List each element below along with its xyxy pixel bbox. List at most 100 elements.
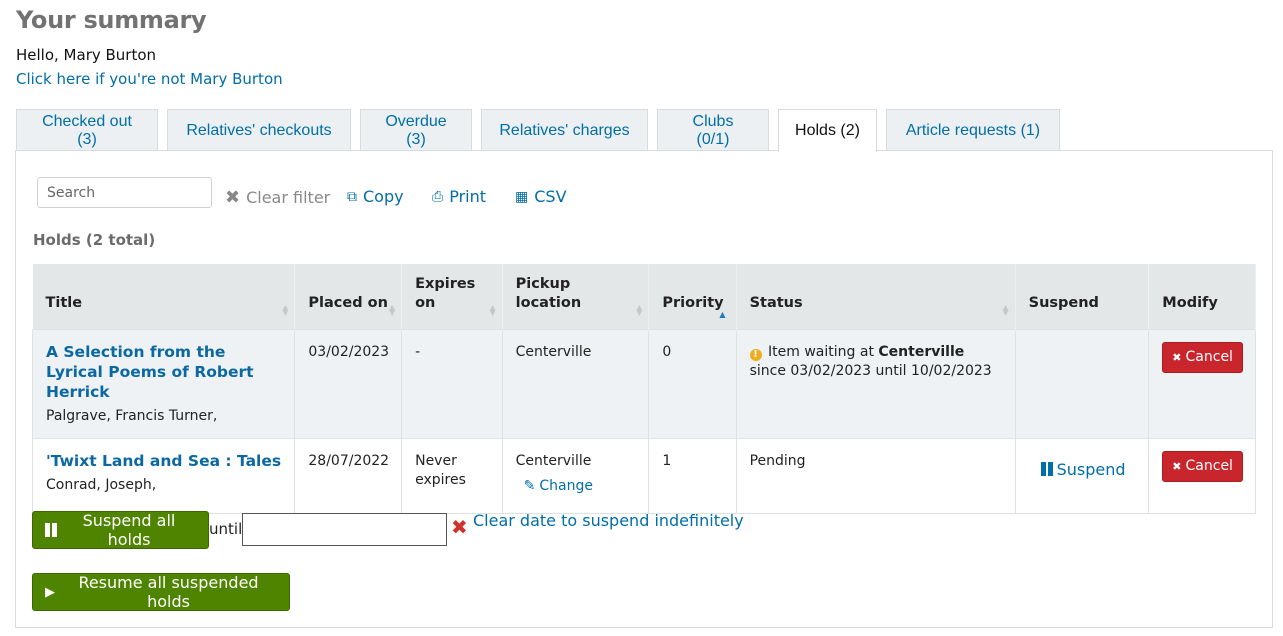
- cancel-label: Cancel: [1185, 458, 1233, 474]
- clear-date-icon[interactable]: ✖: [451, 515, 468, 539]
- tab-relatives-charges[interactable]: Relatives' charges: [481, 109, 648, 151]
- table-icon: ▦: [515, 188, 529, 205]
- suspend-label: Suspend: [1056, 459, 1126, 479]
- holds-table: Title ▲ ▼ Placed on ▲ ▼ Expires on ▲ ▼ Pickup …: [31, 264, 1256, 514]
- sort-icon: ▲ ▼: [489, 302, 496, 317]
- tab-label: Holds (2): [795, 122, 860, 139]
- table-row: A Selection from the Lyrical Poems of Ro…: [31, 328, 1256, 439]
- pause-icon: [45, 523, 57, 537]
- sort-icon: ▲ ▼: [388, 302, 396, 317]
- until-label: until: [209, 520, 243, 538]
- print-icon: ⎙: [432, 188, 444, 205]
- holds-caption: Holds (2 total): [33, 231, 156, 249]
- search-input[interactable]: [37, 177, 212, 208]
- header-label: Pickup location: [515, 275, 582, 311]
- column-header-pickup-location[interactable]: Pickup location ▲ ▼: [502, 264, 650, 329]
- column-header-priority[interactable]: Priority ▲: [648, 264, 737, 329]
- hold-title-link[interactable]: 'Twixt Land and Sea : Tales: [46, 452, 281, 470]
- sort-icon: ▲ ▼: [636, 302, 643, 317]
- cancel-label: Cancel: [1185, 349, 1233, 365]
- close-icon: ✖: [1172, 459, 1182, 473]
- clear-filter-button[interactable]: ✖ Clear filter: [225, 187, 330, 208]
- sort-icon: ▲ ▼: [1002, 302, 1009, 317]
- header-label: Suspend: [1028, 294, 1099, 311]
- copy-button[interactable]: ⧉ Copy: [347, 187, 404, 206]
- header-label: Modify: [1162, 294, 1218, 311]
- copy-icon: ⧉: [347, 188, 357, 205]
- tab-label: Clubs (0/1): [692, 112, 734, 148]
- close-icon: ✖: [1172, 350, 1182, 364]
- hold-title-link[interactable]: A Selection from the Lyrical Poems of Ro…: [46, 343, 254, 401]
- cell-modify: ✖ Cancel: [1148, 328, 1256, 439]
- suspend-hold-link[interactable]: Suspend: [1040, 459, 1126, 479]
- copy-label: Copy: [363, 187, 404, 206]
- suspend-all-label: Suspend all holds: [82, 511, 176, 549]
- tab-label: Checked out (3): [42, 112, 132, 148]
- header-label: Priority: [662, 294, 724, 311]
- header-label: Status: [749, 294, 803, 311]
- tab-clubs[interactable]: Clubs (0/1): [657, 109, 769, 151]
- cell-expires-on: -: [401, 328, 503, 439]
- table-row: 'Twixt Land and Sea : Tales Conrad, Jose…: [31, 437, 1256, 514]
- print-button[interactable]: ⎙ Print: [432, 187, 486, 206]
- change-label: Change: [539, 477, 593, 494]
- greeting: Hello, Mary Burton: [16, 46, 157, 64]
- cell-pickup-location: Centerville ✎ Change: [501, 437, 650, 514]
- clear-date-link[interactable]: Clear date to suspend indefinitely: [473, 511, 744, 530]
- csv-label: CSV: [534, 187, 567, 206]
- hold-author: Palgrave, Francis Turner,: [46, 407, 218, 424]
- change-pickup-link[interactable]: ✎ Change: [524, 477, 593, 496]
- header-label: Title: [45, 294, 83, 311]
- cell-priority: 1: [648, 437, 737, 514]
- cancel-hold-button[interactable]: ✖ Cancel: [1162, 450, 1243, 482]
- cell-priority: 0: [648, 328, 737, 439]
- pause-icon: [1040, 462, 1053, 476]
- cell-expires-on: Never expires: [401, 437, 503, 514]
- status-location: Centerville: [878, 343, 965, 360]
- close-icon: ✖: [225, 187, 241, 208]
- tab-label: Overdue (3): [385, 112, 447, 148]
- page-title: Your summary: [16, 6, 207, 34]
- header-label: Placed on: [308, 294, 388, 311]
- tab-checked-out[interactable]: Checked out (3): [16, 109, 158, 151]
- suspend-until-date-input[interactable]: [242, 513, 447, 546]
- column-header-title[interactable]: Title ▲ ▼: [32, 264, 296, 329]
- column-header-status[interactable]: Status ▲ ▼: [736, 264, 1016, 329]
- summary-tabs: Checked out (3) Relatives' checkouts Ove…: [16, 109, 1069, 152]
- cell-title: 'Twixt Land and Sea : Tales Conrad, Jose…: [31, 437, 296, 514]
- hold-author: Conrad, Joseph,: [46, 476, 157, 493]
- column-header-suspend: Suspend: [1015, 264, 1150, 329]
- column-header-modify: Modify: [1148, 264, 1256, 329]
- sort-ascending-icon: ▲: [719, 309, 726, 319]
- status-prefix: Item waiting at: [768, 343, 874, 360]
- resume-all-holds-button[interactable]: ▶ Resume all suspended holds: [32, 573, 290, 611]
- warning-icon: !: [749, 348, 762, 361]
- cancel-hold-button[interactable]: ✖ Cancel: [1162, 341, 1243, 373]
- resume-all-label: Resume all suspended holds: [78, 573, 259, 611]
- tab-label: Article requests (1): [905, 121, 1041, 139]
- csv-button[interactable]: ▦ CSV: [515, 187, 567, 206]
- tab-relatives-checkouts[interactable]: Relatives' checkouts: [167, 109, 351, 151]
- play-icon: ▶: [45, 584, 55, 600]
- status-suffix: since 03/02/2023 until 10/02/2023: [749, 362, 992, 379]
- holds-panel: ✖ Clear filter ⧉ Copy ⎙ Print ▦ CSV Hold…: [15, 150, 1273, 628]
- pencil-icon: ✎: [523, 477, 536, 494]
- not-me-link[interactable]: Click here if you're not Mary Burton: [16, 70, 283, 88]
- suspend-all-holds-button[interactable]: Suspend all holds: [32, 511, 209, 549]
- sort-icon: ▲ ▼: [282, 302, 289, 317]
- cell-suspend: [1014, 328, 1150, 439]
- tab-holds[interactable]: Holds (2): [778, 109, 877, 152]
- column-header-placed-on[interactable]: Placed on ▲ ▼: [294, 264, 403, 329]
- pickup-location-text: Centerville: [515, 452, 592, 469]
- clear-filter-label: Clear filter: [246, 188, 331, 207]
- cell-placed-on: 28/07/2022: [294, 437, 403, 514]
- cell-status: ! Item waiting at Centerville since 03/0…: [735, 328, 1016, 439]
- tab-overdue[interactable]: Overdue (3): [360, 109, 472, 151]
- cell-pickup-location: Centerville: [501, 328, 650, 439]
- cell-placed-on: 03/02/2023: [294, 328, 403, 439]
- header-label: Expires on: [415, 275, 476, 311]
- tab-label: Relatives' charges: [499, 121, 630, 139]
- column-header-expires-on[interactable]: Expires on ▲ ▼: [401, 264, 503, 329]
- tab-article-requests[interactable]: Article requests (1): [886, 109, 1060, 151]
- cell-status: Pending: [735, 437, 1016, 514]
